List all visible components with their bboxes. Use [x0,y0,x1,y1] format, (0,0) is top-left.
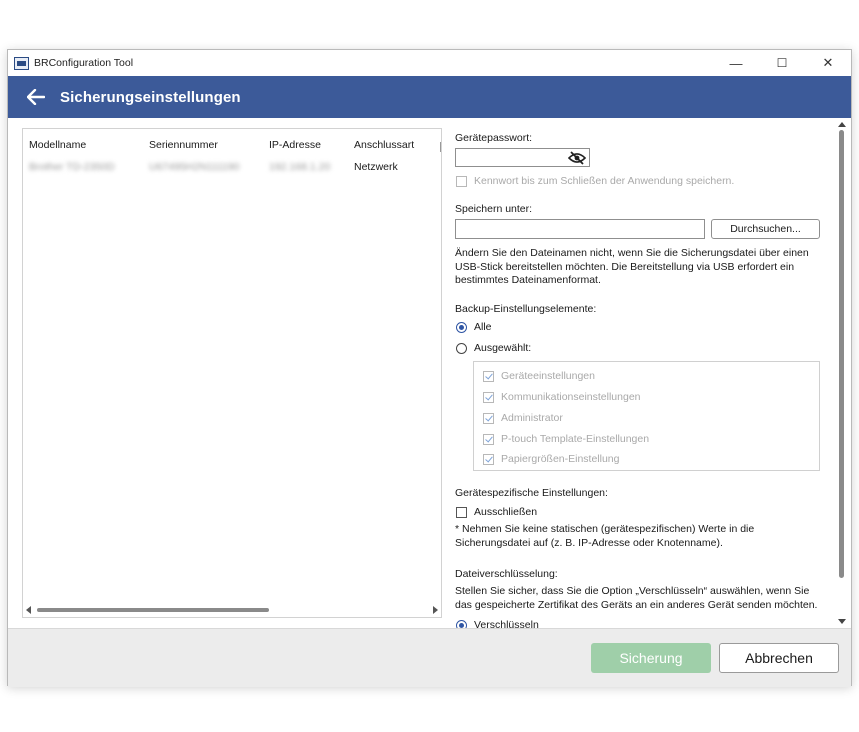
page-title: Sicherungseinstellungen [60,88,241,106]
hide-password-icon[interactable] [567,151,587,165]
page-header: Sicherungseinstellungen [8,76,851,118]
item-label: Administrator [501,412,563,424]
item-checkbox[interactable] [483,371,494,382]
remember-password-checkbox[interactable] [456,176,467,187]
cell-serial: U67495H2N111190 [149,161,240,173]
exclude-note: * Nehmen Sie keine statischen (gerätespe… [455,523,755,549]
column-header-model[interactable]: Modellname [29,139,86,151]
item-label: P-touch Template-Einstellungen [501,433,650,445]
window-title: BRConfiguration Tool [34,57,134,69]
exclude-checkbox[interactable] [456,507,467,518]
column-header-serial[interactable]: Seriennummer [149,139,218,151]
maximize-button[interactable]: ☐ [759,50,805,76]
back-arrow-icon[interactable] [25,86,47,108]
device-specific-label: Gerätespezifische Einstellungen: [455,487,608,499]
scroll-right-icon[interactable] [433,606,438,614]
password-field[interactable] [455,148,590,167]
table-row[interactable]: Brother TD-2350D U67495H2N111190 192.168… [23,161,441,177]
close-button[interactable]: ✕ [805,50,851,76]
encryption-label: Dateiverschlüsselung: [455,568,558,580]
column-divider [440,142,441,152]
encryption-note: Stellen Sie sicher, dass Sie die Option … [455,585,818,611]
scroll-up-icon[interactable] [838,122,846,127]
backup-items-group: Geräteeinstellungen Kommunikationseinste… [473,361,820,471]
radio-encrypt-label: Verschlüsseln [474,619,539,628]
main-content: Modellname Seriennummer IP-Adresse Ansch… [8,118,851,628]
item-checkbox[interactable] [483,454,494,465]
horizontal-scrollbar[interactable] [23,603,441,617]
save-as-field[interactable] [455,219,705,239]
radio-all-label: Alle [474,321,492,333]
vertical-scrollbar[interactable] [836,118,848,628]
item-checkbox[interactable] [483,392,494,403]
save-as-label: Speichern unter: [455,203,533,215]
title-bar: BRConfiguration Tool — ☐ ✕ [8,50,851,76]
minimize-button[interactable]: — [713,50,759,76]
app-window: BRConfiguration Tool — ☐ ✕ Sicherungsein… [7,49,852,687]
radio-selected[interactable] [456,343,467,354]
radio-selected-label: Ausgewählt: [474,342,532,354]
app-icon [14,56,29,70]
list-header: Modellname Seriennummer IP-Adresse Ansch… [23,139,441,155]
window-controls: — ☐ ✕ [713,50,851,76]
scroll-thumb[interactable] [37,608,269,612]
scroll-thumb[interactable] [839,130,844,578]
browse-button[interactable]: Durchsuchen... [711,219,820,239]
item-checkbox[interactable] [483,413,494,424]
cancel-button[interactable]: Abbrechen [719,643,839,673]
settings-form: Gerätepasswort: Kennwort bis zum Schließ… [455,118,830,628]
radio-encrypt[interactable] [456,620,467,628]
item-checkbox[interactable] [483,434,494,445]
exclude-label: Ausschließen [474,506,538,518]
item-label: Papiergrößen-Einstellung [501,453,620,465]
scroll-down-icon[interactable] [838,619,846,624]
cell-model: Brother TD-2350D [29,161,115,173]
item-label: Kommunikationseinstellungen [501,391,641,403]
remember-password-label: Kennwort bis zum Schließen der Anwendung… [474,175,735,187]
footer-bar: Sicherung Abbrechen [8,628,851,687]
cell-connection: Netzwerk [354,161,398,173]
cell-ip: 192.168.1.20 [269,161,331,173]
radio-all[interactable] [456,322,467,333]
scroll-left-icon[interactable] [26,606,31,614]
column-header-ip[interactable]: IP-Adresse [269,139,321,151]
password-label: Gerätepasswort: [455,132,533,144]
filename-note: Ändern Sie den Dateinamen nicht, wenn Si… [455,247,809,286]
backup-button[interactable]: Sicherung [591,643,711,673]
device-list[interactable]: Modellname Seriennummer IP-Adresse Ansch… [22,128,442,618]
backup-items-label: Backup-Einstellungselemente: [455,303,597,315]
column-header-connection[interactable]: Anschlussart [354,139,414,151]
item-label: Geräteeinstellungen [501,370,595,382]
